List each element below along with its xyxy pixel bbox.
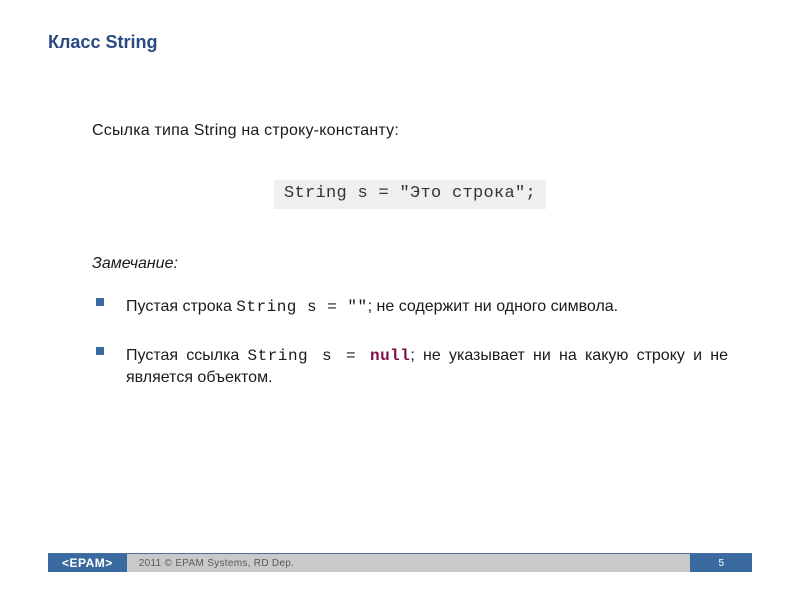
footer-copyright: 2011 © EPAM Systems, RD Dep. <box>127 554 691 572</box>
list-item: Пустая ссылка String s = null; не указыв… <box>92 345 728 389</box>
bullet-text-pre: Пустая ссылка <box>126 347 248 364</box>
slide: Класс String Ссылка типа String на строк… <box>0 0 800 600</box>
code-example-wrap: String s = "Это строка"; <box>92 180 728 209</box>
note-label: Замечание: <box>92 253 728 275</box>
slide-title: Класс String <box>48 32 157 53</box>
bullet-code: String s = "" <box>236 298 367 316</box>
footer: <EPAM> 2011 © EPAM Systems, RD Dep. 5 <box>48 553 752 572</box>
slide-body: Ссылка типа String на строку-константу: … <box>92 120 728 415</box>
list-item: Пустая строка String s = ""; не содержит… <box>92 296 728 319</box>
bullet-text-pre: Пустая строка <box>126 298 236 315</box>
code-example: String s = "Это строка"; <box>274 180 546 209</box>
footer-logo: <EPAM> <box>48 554 127 572</box>
intro-text: Ссылка типа String на строку-константу: <box>92 120 728 142</box>
bullet-text-post: ; не содержит ни одного символа. <box>368 298 619 315</box>
footer-page-number: 5 <box>690 554 752 572</box>
keyword-null: null <box>370 347 410 365</box>
bullet-list: Пустая строка String s = ""; не содержит… <box>92 296 728 389</box>
bullet-code: String s = <box>248 347 370 365</box>
footer-bar: <EPAM> 2011 © EPAM Systems, RD Dep. 5 <box>48 554 752 572</box>
